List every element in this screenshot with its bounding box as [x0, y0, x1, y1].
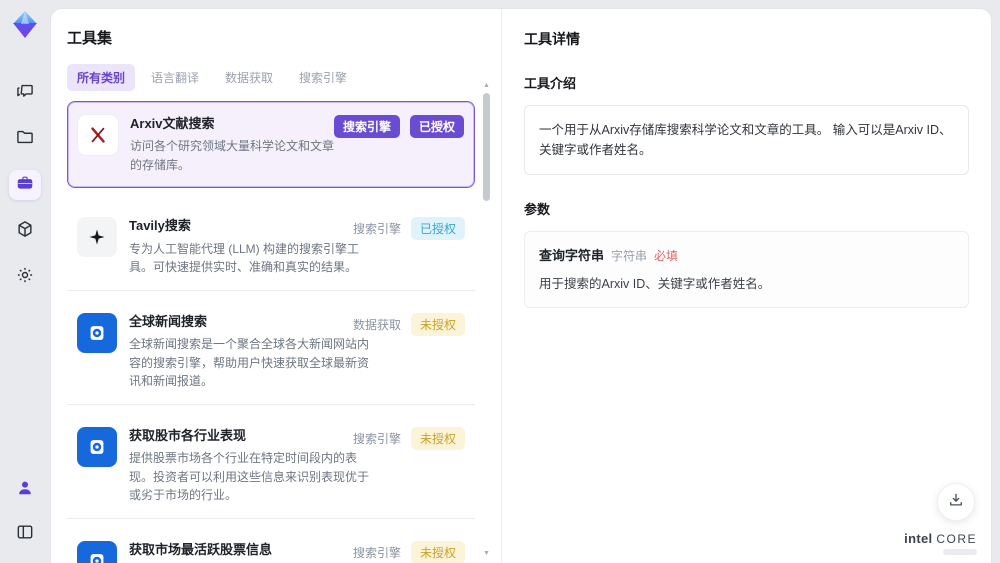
tool-name: Tavily搜索 — [129, 218, 191, 234]
briefcase-icon — [15, 173, 35, 198]
auth-status-badge: 已授权 — [409, 115, 464, 138]
params-heading: 参数 — [524, 202, 551, 217]
sidebar-item-models[interactable] — [9, 216, 41, 246]
download-button[interactable] — [937, 483, 975, 521]
user-icon — [15, 478, 35, 503]
tool-card-arxiv[interactable]: Arxiv文献搜索 访问各个研究领域大量科学论文和文章的存储库。 搜索引擎 已授… — [67, 101, 475, 189]
stock-icon — [77, 426, 117, 467]
tool-name: Arxiv文献搜索 — [130, 116, 215, 131]
category-badge: 搜索引擎 — [333, 115, 400, 138]
scroll-down-arrow[interactable]: ▼ — [482, 549, 491, 559]
parameter-name: 查询字符串 — [539, 248, 605, 263]
tool-description: 访问各个研究领域大量科学论文和文章的存储库。 — [130, 139, 335, 172]
brand-core: CORE — [936, 532, 977, 546]
tool-name: 获取股市各行业表现 — [129, 427, 247, 443]
auth-status-badge: 未授权 — [410, 426, 465, 450]
page-title: 工具集 — [67, 30, 113, 47]
tool-name: 获取市场最活跃股票信息 — [129, 541, 273, 557]
sidebar-item-user[interactable] — [9, 475, 41, 505]
intro-text-box: 一个用于从Arxiv存储库搜索科学论文和文章的工具。 输入可以是Arxiv ID… — [524, 105, 969, 175]
parameter-required-flag: 必填 — [654, 249, 679, 263]
auth-status-badge: 已授权 — [410, 217, 465, 241]
sidebar-item-tools[interactable] — [9, 170, 41, 200]
detail-title: 工具详情 — [524, 31, 580, 47]
gear-icon — [15, 265, 35, 290]
tab-search-engine[interactable]: 搜索引擎 — [289, 64, 357, 91]
panel-toggle-icon — [15, 522, 35, 547]
category-badge: 搜索引擎 — [352, 431, 401, 446]
tool-card-most-active-stocks[interactable]: 获取市场最活跃股票信息 提供当天交易量最高的股票列表。投资者可以利用这些信息来识… — [67, 528, 475, 563]
tool-card-global-news[interactable]: 全球新闻搜索 全球新闻搜索是一个聚合全球各大新闻网站内容的搜索引擎，帮助用户快速… — [67, 300, 475, 405]
list-scrollbar[interactable]: ▲ ▼ — [482, 81, 491, 559]
arxiv-icon — [78, 115, 118, 155]
tab-language-translation[interactable]: 语言翻译 — [141, 64, 209, 91]
auth-status-badge: 未授权 — [410, 540, 465, 563]
tool-card-sector-performance[interactable]: 获取股市各行业表现 提供股票市场各个行业在特定时间段内的表现。投资者可以利用这些… — [67, 414, 475, 519]
tool-list: Arxiv文献搜索 访问各个研究领域大量科学论文和文章的存储库。 搜索引擎 已授… — [67, 101, 475, 563]
tool-detail-pane: 工具详情 工具介绍 一个用于从Arxiv存储库搜索科学论文和文章的工具。 输入可… — [501, 9, 991, 563]
tab-all-categories[interactable]: 所有类别 — [67, 64, 136, 91]
sidebar-item-files[interactable] — [9, 124, 41, 154]
intro-heading: 工具介绍 — [524, 76, 577, 91]
tools-list-pane: 工具集 所有类别 语言翻译 数据获取 搜索引擎 Arxiv文献搜索 访问各个研究… — [51, 9, 501, 563]
tool-description: 提供股票市场各个行业在特定时间段内的表现。投资者可以利用这些信息来识别表现优于或… — [129, 450, 370, 503]
parameter-item: 查询字符串 字符串 必填 用于搜索的Arxiv ID、关键字或作者姓名。 — [524, 231, 969, 308]
category-badge: 搜索引擎 — [352, 545, 401, 560]
news-search-icon — [77, 312, 117, 353]
parameter-description: 用于搜索的Arxiv ID、关键字或作者姓名。 — [539, 277, 771, 291]
auth-status-badge: 未授权 — [410, 312, 465, 336]
sidebar-item-chat[interactable] — [9, 78, 41, 108]
tavily-icon — [77, 217, 117, 258]
sidebar — [0, 0, 50, 563]
category-tabs: 所有类别 语言翻译 数据获取 搜索引擎 — [67, 64, 475, 91]
tab-data-acquisition[interactable]: 数据获取 — [215, 64, 283, 91]
download-icon — [947, 491, 965, 514]
tool-name: 全球新闻搜索 — [129, 313, 208, 329]
sidebar-item-settings[interactable] — [9, 262, 41, 292]
parameter-type: 字符串 — [611, 249, 648, 263]
app-window: 工具集 所有类别 语言翻译 数据获取 搜索引擎 Arxiv文献搜索 访问各个研究… — [0, 0, 1000, 563]
main-content: 工具集 所有类别 语言翻译 数据获取 搜索引擎 Arxiv文献搜索 访问各个研究… — [50, 8, 992, 563]
category-badge: 搜索引擎 — [352, 222, 401, 237]
app-logo-icon — [8, 8, 42, 42]
intel-core-logo: intel CORE — [904, 531, 977, 555]
chat-icon — [15, 81, 35, 106]
sidebar-item-panel-toggle[interactable] — [9, 519, 41, 549]
tool-description: 专为人工智能代理 (LLM) 构建的搜索引擎工具。可快速提供实时、准确和真实的结… — [129, 241, 360, 275]
stock-icon — [77, 540, 117, 563]
folder-icon — [15, 127, 35, 152]
tool-description: 全球新闻搜索是一个聚合全球各大新闻网站内容的搜索引擎，帮助用户快速获取全球最新资… — [129, 336, 370, 389]
scrollbar-thumb[interactable] — [483, 93, 490, 201]
brand-subtext-decoration — [943, 549, 977, 555]
brand-intel: intel — [904, 531, 933, 546]
tool-card-tavily[interactable]: Tavily搜索 专为人工智能代理 (LLM) 构建的搜索引擎工具。可快速提供实… — [67, 204, 475, 291]
scroll-up-arrow[interactable]: ▲ — [482, 81, 491, 91]
cube-icon — [15, 219, 35, 244]
category-badge: 数据获取 — [352, 317, 401, 332]
